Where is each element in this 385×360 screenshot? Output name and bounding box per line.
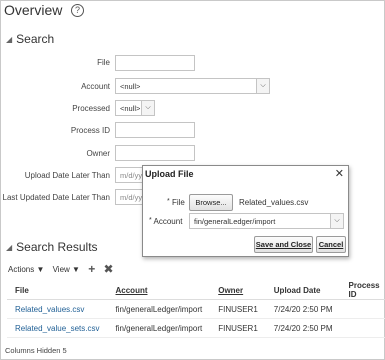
account-select[interactable]: <null> ⌵ <box>115 78 270 94</box>
dialog-account-label: * Account <box>149 217 183 226</box>
collapse-triangle-icon[interactable]: ◢ <box>6 35 12 44</box>
columns-hidden-label: Columns Hidden <box>5 346 61 355</box>
process-id-input[interactable] <box>115 122 195 138</box>
processed-select-value: <null> <box>120 104 141 113</box>
chevron-down-icon[interactable]: ⌵ <box>330 214 343 228</box>
last-updated-label: Last Updated Date Later Than <box>2 193 110 202</box>
account-cell: fin/generalLedger/import <box>107 318 211 338</box>
columns-hidden-count: 5 <box>62 346 67 355</box>
required-icon: * <box>167 198 170 205</box>
process-id-cell <box>340 318 385 338</box>
selected-file-name: Related_values.csv <box>239 198 309 207</box>
delete-icon[interactable]: ✖ <box>103 262 113 276</box>
page-title: Overview <box>4 2 63 18</box>
upload-date-cell: 7/24/20 2:50 PM <box>265 318 341 338</box>
actions-menu[interactable]: Actions ▼ <box>8 265 44 274</box>
column-header-account[interactable]: Account <box>107 281 211 300</box>
column-header-file[interactable]: File <box>7 281 108 300</box>
save-and-close-button[interactable]: Save and Close <box>254 236 313 253</box>
required-icon: * <box>149 217 152 224</box>
owner-input[interactable] <box>115 145 195 161</box>
upload-date-cell: 7/24/20 2:50 PM <box>265 299 341 319</box>
add-icon[interactable]: + <box>88 262 95 276</box>
results-table: File Account Owner Upload Date Process I… <box>7 281 385 338</box>
file-link[interactable]: Related_value_sets.csv <box>7 318 108 338</box>
table-header-row: File Account Owner Upload Date Process I… <box>7 281 385 300</box>
column-header-upload-date[interactable]: Upload Date <box>265 281 341 300</box>
results-section-header[interactable]: ◢ Search Results <box>6 240 98 254</box>
account-cell: fin/generalLedger/import <box>107 299 211 319</box>
processed-select[interactable]: <null> ⌵ <box>115 100 155 116</box>
column-header-owner[interactable]: Owner <box>210 281 266 300</box>
table-row[interactable]: Related_values.csv fin/generalLedger/imp… <box>7 299 385 319</box>
search-section-title: Search <box>16 32 55 46</box>
close-icon[interactable]: ✕ <box>335 167 344 180</box>
chevron-down-icon[interactable]: ⌵ <box>256 79 269 93</box>
columns-hidden-indicator: Columns Hidden 5 <box>5 346 67 355</box>
owner-label: Owner <box>86 149 110 158</box>
dialog-title: Upload File <box>145 169 194 179</box>
chevron-down-icon[interactable]: ⌵ <box>141 101 154 115</box>
collapse-triangle-icon[interactable]: ◢ <box>6 243 12 252</box>
results-section-title: Search Results <box>16 240 98 254</box>
browse-button[interactable]: Browse... <box>189 194 233 211</box>
process-id-cell <box>340 299 385 319</box>
process-id-label: Process ID <box>70 126 110 135</box>
dialog-account-value: fin/generalLedger/import <box>194 217 276 226</box>
file-label: File <box>97 58 110 67</box>
owner-cell: FINUSER1 <box>210 299 266 319</box>
dialog-file-label: * File <box>167 198 185 207</box>
upload-file-dialog: Upload File ✕ * File Browse... Related_v… <box>142 165 349 257</box>
account-select-value: <null> <box>120 82 141 91</box>
search-section-header[interactable]: ◢ Search <box>6 32 54 46</box>
dialog-account-select[interactable]: fin/generalLedger/import ⌵ <box>189 213 344 229</box>
column-header-process-id[interactable]: Process ID <box>340 281 385 300</box>
account-label: Account <box>81 82 110 91</box>
last-updated-input[interactable]: m/d/yy <box>115 189 145 205</box>
view-menu[interactable]: View ▼ <box>53 265 80 274</box>
owner-cell: FINUSER1 <box>210 318 266 338</box>
results-toolbar: Actions ▼ View ▼ + ✖ <box>8 262 120 276</box>
file-input[interactable] <box>115 55 195 71</box>
help-icon[interactable]: ? <box>71 4 84 17</box>
processed-label: Processed <box>72 104 110 113</box>
file-link[interactable]: Related_values.csv <box>7 299 108 319</box>
table-row[interactable]: Related_value_sets.csv fin/generalLedger… <box>7 318 385 338</box>
cancel-button[interactable]: Cancel <box>316 236 346 253</box>
upload-date-label: Upload Date Later Than <box>24 171 110 180</box>
upload-date-input[interactable]: m/d/yy <box>115 167 145 183</box>
